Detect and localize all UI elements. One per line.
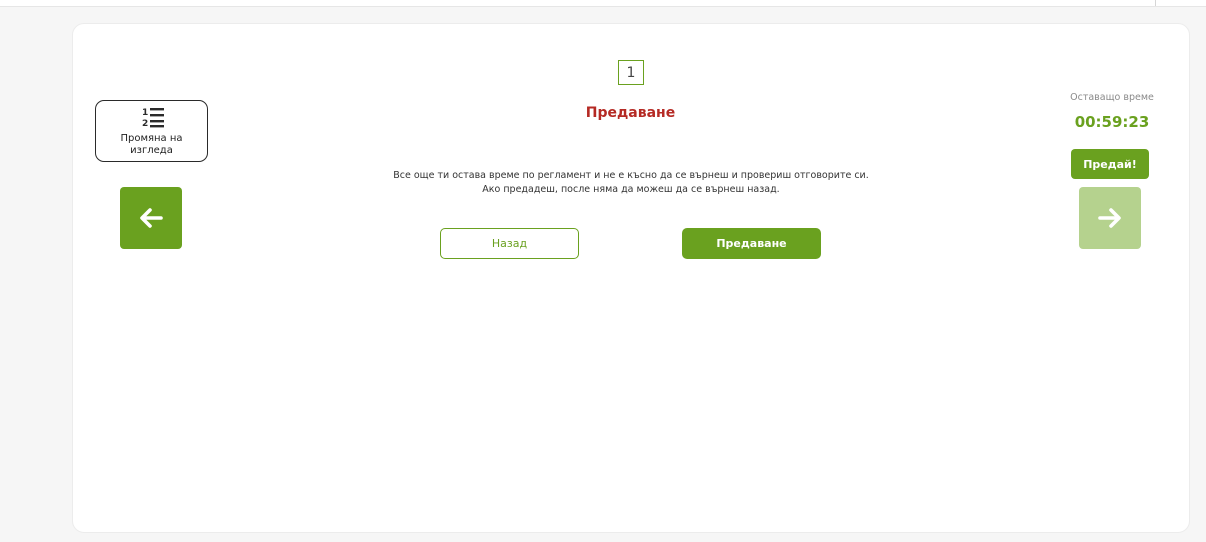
submit-message: Все още ти остава време по регламент и н… [300, 169, 962, 197]
top-bar [0, 0, 1206, 7]
next-question-button[interactable] [1079, 187, 1141, 249]
change-view-label: Промяна на изгледа [120, 133, 183, 156]
arrow-right-icon [1098, 208, 1121, 228]
submit-message-line-2: Ако предадеш, после няма да можеш да се … [482, 184, 780, 195]
remaining-time-value: 00:59:23 [1074, 113, 1150, 131]
submit-button[interactable]: Предаване [682, 228, 821, 259]
arrow-left-icon [140, 208, 163, 228]
top-bar-divider [1155, 0, 1156, 6]
remaining-time-label: Оставащо време [1070, 92, 1154, 103]
question-number-box[interactable]: 1 [618, 60, 644, 85]
exam-card [72, 23, 1190, 533]
back-button[interactable]: Назад [440, 228, 579, 259]
quick-submit-button[interactable]: Предай! [1071, 149, 1149, 179]
submit-message-line-1: Все още ти остава време по регламент и н… [393, 170, 869, 181]
previous-question-button[interactable] [120, 187, 182, 249]
submit-title: Предаване [585, 105, 676, 121]
